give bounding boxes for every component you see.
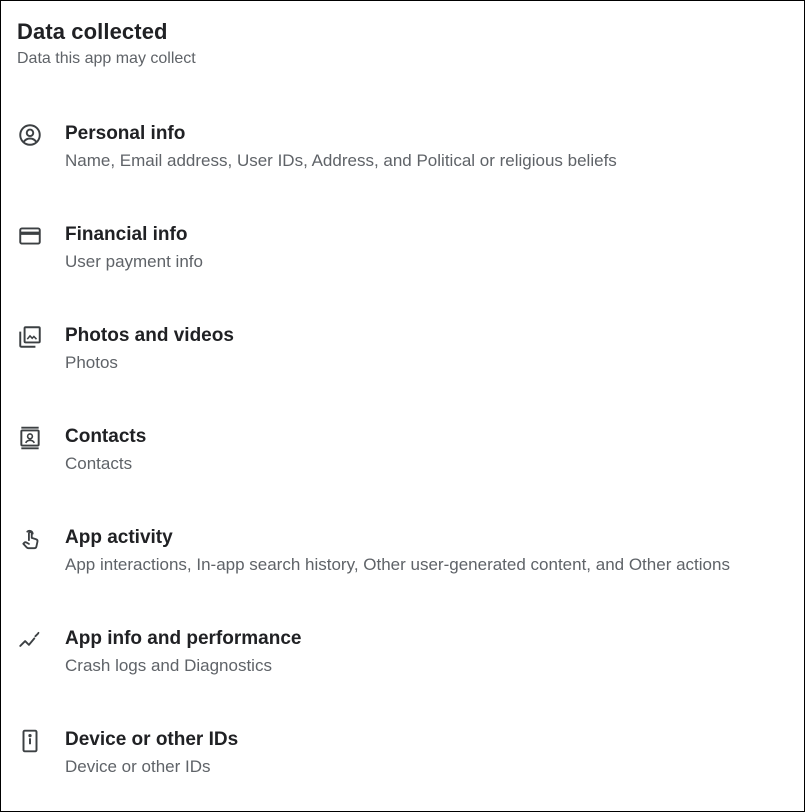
phone-device-icon bbox=[17, 728, 43, 754]
panel-header: Data collected Data this app may collect bbox=[17, 18, 196, 69]
data-item-app-info-and-performance[interactable]: App info and performance Crash logs and … bbox=[17, 627, 797, 687]
trending-icon bbox=[17, 627, 43, 653]
data-item-label: App activity bbox=[65, 527, 173, 548]
page-subtitle: Data this app may collect bbox=[17, 50, 196, 67]
page-title: Data collected bbox=[17, 19, 168, 44]
data-item-description: User payment info bbox=[65, 252, 203, 271]
credit-card-icon bbox=[17, 223, 43, 249]
contacts-icon bbox=[17, 425, 43, 451]
data-item-label: Device or other IDs bbox=[65, 729, 239, 750]
data-item-label: Financial info bbox=[65, 224, 188, 245]
account-circle-icon bbox=[17, 122, 43, 148]
data-item-contacts[interactable]: Contacts Contacts bbox=[17, 425, 797, 485]
data-item-financial-info[interactable]: Financial info User payment info bbox=[17, 223, 797, 283]
data-item-app-activity[interactable]: App activity App interactions, In-app se… bbox=[17, 526, 797, 586]
data-item-personal-info[interactable]: Personal info Name, Email address, User … bbox=[17, 122, 797, 182]
data-item-description: Contacts bbox=[65, 454, 133, 473]
data-item-description: Name, Email address, User IDs, Address, … bbox=[65, 151, 617, 170]
data-item-label: Personal info bbox=[65, 123, 186, 144]
data-item-device-or-other-ids[interactable]: Device or other IDs Device or other IDs bbox=[17, 728, 797, 788]
data-item-photos-and-videos[interactable]: Photos and videos Photos bbox=[17, 324, 797, 384]
data-item-label: Photos and videos bbox=[65, 325, 234, 346]
data-item-description: Device or other IDs bbox=[65, 757, 211, 776]
data-item-label: App info and performance bbox=[65, 628, 302, 649]
data-item-description: Photos bbox=[65, 353, 118, 372]
data-collected-panel: Data collected Data this app may collect… bbox=[0, 0, 805, 812]
touch-app-icon bbox=[17, 526, 43, 552]
data-item-label: Contacts bbox=[65, 426, 147, 447]
data-item-description: Crash logs and Diagnostics bbox=[65, 656, 272, 675]
data-item-description: App interactions, In-app search history,… bbox=[65, 555, 730, 574]
photo-library-icon bbox=[17, 324, 43, 350]
